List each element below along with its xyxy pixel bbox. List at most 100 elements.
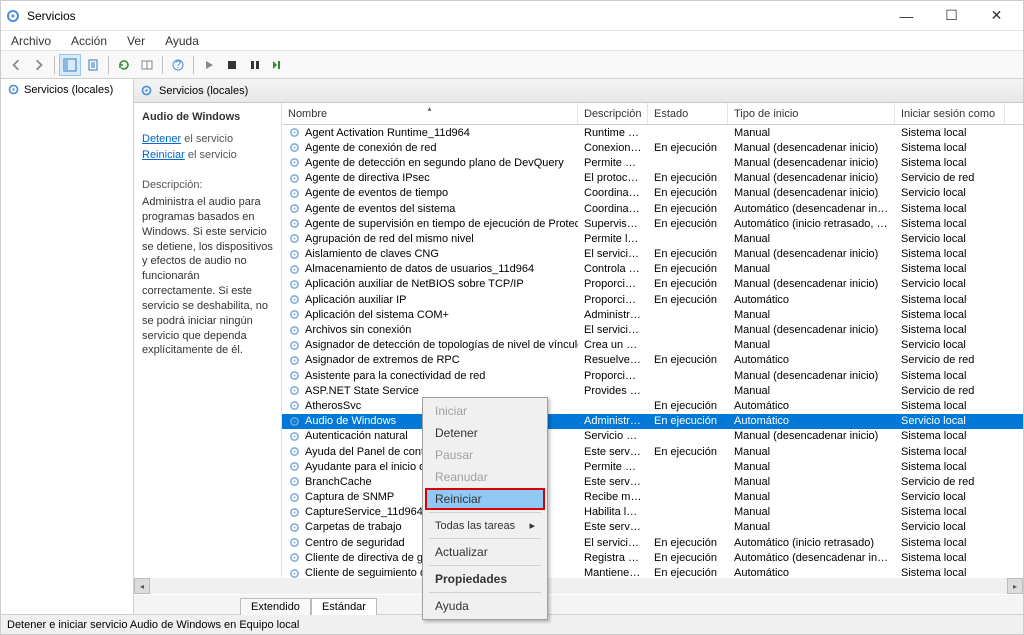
service-desc: Permite a la... bbox=[578, 157, 648, 169]
tab-extended[interactable]: Extendido bbox=[240, 598, 311, 615]
restart-service-button[interactable] bbox=[267, 54, 289, 76]
svg-text:?: ? bbox=[175, 59, 181, 71]
service-row[interactable]: Agent Activation Runtime_11d964Runtime f… bbox=[282, 125, 1023, 140]
service-name: CaptureService_11d964 bbox=[305, 506, 423, 518]
show-hide-tree-button[interactable] bbox=[59, 54, 81, 76]
service-desc: Permite al u... bbox=[578, 461, 648, 473]
cm-resume: Reanudar bbox=[425, 466, 545, 488]
service-state: En ejecución bbox=[648, 218, 728, 230]
back-button[interactable] bbox=[5, 54, 27, 76]
tab-standard[interactable]: Estándar bbox=[311, 598, 377, 615]
service-icon bbox=[288, 232, 301, 245]
menu-action[interactable]: Acción bbox=[67, 32, 111, 50]
service-row[interactable]: Agente de eventos de tiempoCoordina la .… bbox=[282, 186, 1023, 201]
service-name: Cliente de directiva de gr bbox=[305, 552, 427, 564]
service-desc: Coordina la ... bbox=[578, 203, 648, 215]
tree-item-services-local[interactable]: Servicios (locales) bbox=[1, 79, 133, 100]
service-row[interactable]: Audio de WindowsAdministra ...En ejecuci… bbox=[282, 414, 1023, 429]
service-desc: Este servicio... bbox=[578, 476, 648, 488]
service-row[interactable]: Ayuda del Panel de contrEste servicio...… bbox=[282, 444, 1023, 459]
service-start: Manual bbox=[728, 506, 895, 518]
maximize-button[interactable]: ☐ bbox=[929, 2, 974, 30]
service-row[interactable]: Agrupación de red del mismo nivelPermite… bbox=[282, 231, 1023, 246]
service-row[interactable]: Autenticación naturalServicio de a...Man… bbox=[282, 429, 1023, 444]
service-row[interactable]: Ayudante para el inicio dPermite al u...… bbox=[282, 459, 1023, 474]
service-icon bbox=[288, 536, 301, 549]
title-bar: Servicios — ☐ ✕ bbox=[1, 1, 1023, 31]
service-row[interactable]: Aplicación auxiliar IPProporciona...En e… bbox=[282, 292, 1023, 307]
column-name[interactable]: Nombre▴ bbox=[282, 103, 578, 124]
cm-help[interactable]: Ayuda bbox=[425, 595, 545, 617]
service-icon bbox=[288, 384, 301, 397]
cm-stop[interactable]: Detener bbox=[425, 422, 545, 444]
horizontal-scrollbar[interactable]: ◂ ▸ bbox=[134, 578, 1023, 594]
scroll-left-button[interactable]: ◂ bbox=[134, 578, 150, 594]
close-button[interactable]: ✕ bbox=[974, 2, 1019, 30]
column-state[interactable]: Estado bbox=[648, 103, 728, 124]
service-name: Autenticación natural bbox=[305, 430, 408, 442]
service-icon bbox=[288, 354, 301, 367]
service-row[interactable]: AtherosSvcEn ejecuciónAutomáticoSistema … bbox=[282, 398, 1023, 413]
service-row[interactable]: Archivos sin conexiónEl servicio d...Man… bbox=[282, 322, 1023, 337]
refresh-button[interactable] bbox=[113, 54, 135, 76]
service-row[interactable]: Cliente de directiva de grRegistra y ac.… bbox=[282, 550, 1023, 565]
service-state: En ejecución bbox=[648, 203, 728, 215]
stop-service-link[interactable]: Detener bbox=[142, 133, 181, 145]
forward-button[interactable] bbox=[28, 54, 50, 76]
export-button[interactable] bbox=[82, 54, 104, 76]
column-desc[interactable]: Descripción bbox=[578, 103, 648, 124]
menu-view[interactable]: Ver bbox=[123, 32, 149, 50]
minimize-button[interactable]: — bbox=[884, 2, 929, 30]
service-state: En ejecución bbox=[648, 400, 728, 412]
cm-refresh[interactable]: Actualizar bbox=[425, 541, 545, 563]
menu-file[interactable]: Archivo bbox=[7, 32, 55, 50]
service-logon: Sistema local bbox=[895, 400, 1005, 412]
service-row[interactable]: Asignador de extremos de RPCResuelve ide… bbox=[282, 353, 1023, 368]
start-service-button[interactable] bbox=[198, 54, 220, 76]
service-name: Agente de supervisión en tiempo de ejecu… bbox=[305, 218, 578, 230]
service-row[interactable]: Cliente de seguimiento dMantiene lo...En… bbox=[282, 565, 1023, 578]
service-row[interactable]: Centro de seguridadEl servicio W...En ej… bbox=[282, 535, 1023, 550]
restart-service-link[interactable]: Reiniciar bbox=[142, 149, 185, 161]
service-name: Agent Activation Runtime_11d964 bbox=[305, 127, 470, 139]
service-start: Automático (desencadenar inicio) bbox=[728, 552, 895, 564]
service-row[interactable]: Aplicación del sistema COM+Administra l.… bbox=[282, 307, 1023, 322]
description-text: Administra el audio para programas basad… bbox=[142, 195, 273, 358]
service-row[interactable]: ASP.NET State ServiceProvides su...Manua… bbox=[282, 383, 1023, 398]
help-button[interactable]: ? bbox=[167, 54, 189, 76]
service-state: En ejecución bbox=[648, 294, 728, 306]
service-row[interactable]: Agente de conexión de redConexiones ...E… bbox=[282, 140, 1023, 155]
cm-restart[interactable]: Reiniciar bbox=[425, 488, 545, 510]
service-row[interactable]: Carpetas de trabajoEste servicio...Manua… bbox=[282, 520, 1023, 535]
service-row[interactable]: Agente de eventos del sistemaCoordina la… bbox=[282, 201, 1023, 216]
service-state: En ejecución bbox=[648, 248, 728, 260]
service-start: Automático (inicio retrasado, des... bbox=[728, 218, 895, 230]
export-list-button[interactable] bbox=[136, 54, 158, 76]
column-start[interactable]: Tipo de inicio bbox=[728, 103, 895, 124]
service-row[interactable]: Asistente para la conectividad de redPro… bbox=[282, 368, 1023, 383]
service-start: Manual (desencadenar inicio) bbox=[728, 142, 895, 154]
menu-help[interactable]: Ayuda bbox=[161, 32, 203, 50]
stop-service-button[interactable] bbox=[221, 54, 243, 76]
service-row[interactable]: CaptureService_11d964Habilita la f...Man… bbox=[282, 505, 1023, 520]
service-row[interactable]: Captura de SNMPRecibe men...ManualServic… bbox=[282, 490, 1023, 505]
service-logon: Sistema local bbox=[895, 142, 1005, 154]
service-row[interactable]: Agente de supervisión en tiempo de ejecu… bbox=[282, 216, 1023, 231]
content-header-label: Servicios (locales) bbox=[159, 85, 248, 97]
pause-service-button[interactable] bbox=[244, 54, 266, 76]
service-row[interactable]: Almacenamiento de datos de usuarios_11d9… bbox=[282, 262, 1023, 277]
service-row[interactable]: Aplicación auxiliar de NetBIOS sobre TCP… bbox=[282, 277, 1023, 292]
service-start: Manual (desencadenar inicio) bbox=[728, 430, 895, 442]
service-row[interactable]: Aislamiento de claves CNGEl servicio Ai.… bbox=[282, 247, 1023, 262]
service-logon: Sistema local bbox=[895, 537, 1005, 549]
service-logon: Sistema local bbox=[895, 370, 1005, 382]
column-logon[interactable]: Iniciar sesión como bbox=[895, 103, 1005, 124]
cm-all-tasks[interactable]: Todas las tareas▸ bbox=[425, 515, 545, 536]
scroll-right-button[interactable]: ▸ bbox=[1007, 578, 1023, 594]
service-name: Agente de eventos de tiempo bbox=[305, 187, 448, 199]
cm-properties[interactable]: Propiedades bbox=[425, 568, 545, 590]
service-row[interactable]: Agente de detección en segundo plano de … bbox=[282, 155, 1023, 170]
service-row[interactable]: Asignador de detección de topologías de … bbox=[282, 338, 1023, 353]
service-row[interactable]: Agente de directiva IPsecEl protocolo...… bbox=[282, 171, 1023, 186]
service-row[interactable]: BranchCacheEste servicio...ManualServici… bbox=[282, 474, 1023, 489]
